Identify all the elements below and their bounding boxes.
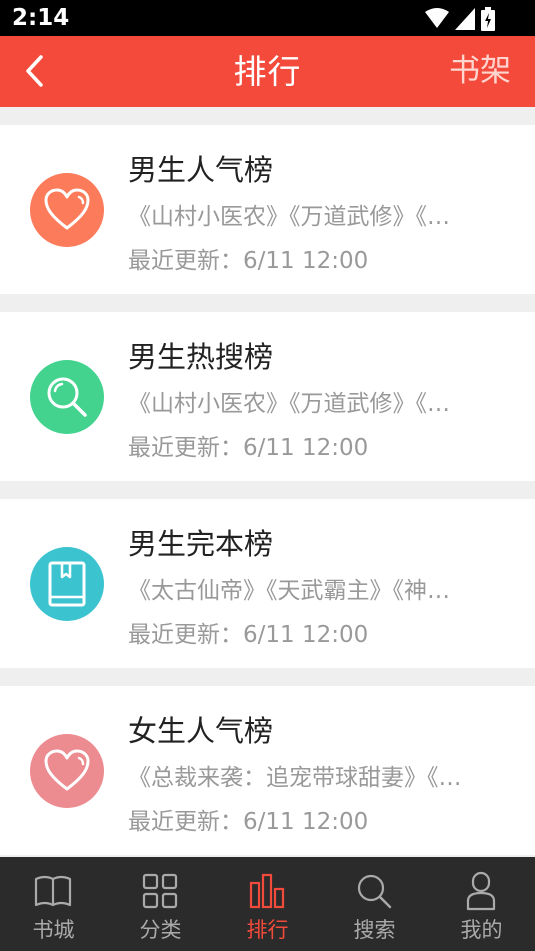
bookshelf-button[interactable]: 书架	[449, 36, 511, 107]
status-time: 2:14	[12, 5, 70, 31]
book-open-icon	[34, 875, 72, 907]
wifi-icon	[425, 8, 449, 28]
ranking-name: 男生人气榜	[128, 153, 274, 187]
tab-label: 排行	[246, 918, 289, 942]
tab-ranking[interactable]: 排行	[214, 857, 321, 951]
search-icon	[357, 874, 392, 909]
bottom-tab-bar: 书城 分类 排行 搜索 我的	[0, 857, 535, 951]
status-icons	[425, 7, 495, 31]
tab-label: 书城	[32, 918, 75, 942]
ranking-books: 《总裁来袭：追宠带球甜妻》《…	[128, 765, 462, 791]
heart-icon	[44, 749, 90, 790]
tab-search[interactable]: 搜索	[321, 857, 428, 951]
ranking-card-male-popular[interactable]: 男生人气榜 《山村小医农》《万道武修》《… 最近更新：6/11 12:00	[0, 125, 535, 294]
status-bar: 2:14	[0, 0, 535, 36]
user-icon	[466, 871, 496, 911]
heart-icon	[44, 188, 90, 229]
ranking-update-time: 最近更新：6/11 12:00	[128, 248, 369, 274]
ranking-update-time: 最近更新：6/11 12:00	[128, 435, 369, 461]
ranking-icon-circle	[30, 359, 104, 434]
ranking-icon-circle	[30, 733, 104, 808]
tab-category[interactable]: 分类	[107, 857, 214, 951]
tab-label: 搜索	[353, 918, 396, 942]
ranking-update-time: 最近更新：6/11 12:00	[128, 622, 369, 648]
ranking-name: 男生热搜榜	[128, 340, 274, 374]
ranking-name: 女生人气榜	[128, 714, 274, 748]
tab-label: 分类	[139, 918, 182, 942]
app-bar: 排行 书架	[0, 36, 535, 107]
grid-icon	[142, 873, 178, 909]
ranking-card-male-hot-search[interactable]: 男生热搜榜 《山村小医农》《万道武修》《… 最近更新：6/11 12:00	[0, 312, 535, 481]
bar-chart-icon	[249, 873, 285, 909]
tab-bookstore[interactable]: 书城	[0, 857, 107, 951]
ranking-icon-circle	[30, 172, 104, 247]
ranking-card-male-completed[interactable]: 男生完本榜 《太古仙帝》《天武霸主》《神… 最近更新：6/11 12:00	[0, 499, 535, 668]
ranking-books: 《山村小医农》《万道武修》《…	[128, 391, 450, 417]
ranking-books: 《太古仙帝》《天武霸主》《神…	[128, 578, 450, 604]
tab-mine[interactable]: 我的	[428, 857, 535, 951]
book-icon	[48, 561, 86, 606]
ranking-books: 《山村小医农》《万道武修》《…	[128, 204, 450, 230]
tab-label: 我的	[460, 918, 503, 942]
search-icon	[47, 377, 87, 417]
ranking-icon-circle	[30, 546, 104, 621]
battery-icon	[481, 7, 495, 31]
ranking-update-time: 最近更新：6/11 12:00	[128, 809, 369, 835]
signal-icon	[455, 8, 475, 30]
ranking-name: 男生完本榜	[128, 527, 274, 561]
ranking-card-female-popular[interactable]: 女生人气榜 《总裁来袭：追宠带球甜妻》《… 最近更新：6/11 12:00	[0, 686, 535, 855]
